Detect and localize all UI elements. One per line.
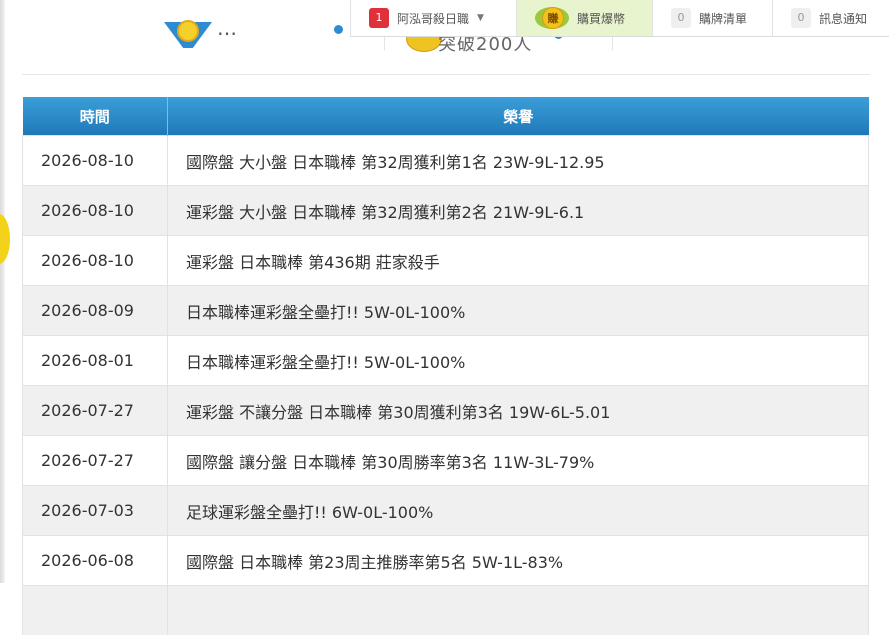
date-cell: 2026-08-10 <box>23 236 168 286</box>
honors-table: 時間 榮譽 2026-08-10 國際盤 大小盤 日本職棒 第32周獲利第1名 … <box>22 97 869 635</box>
info-dot-icon[interactable] <box>334 25 343 34</box>
purchase-list-link[interactable]: 0 購牌清單 <box>652 0 772 36</box>
honor-cell: 日本職棒運彩盤全壘打!! 5W-0L-100% <box>168 336 869 386</box>
date-cell: 2026-08-01 <box>23 336 168 386</box>
top-navigation: 1 阿泓哥殺日職 ▼ 賺 購買爆幣 0 購牌清單 0 訊息通知 <box>350 0 889 37</box>
username-label: 阿泓哥殺日職 <box>397 10 469 27</box>
honor-cell: 足球運彩盤全壘打!! 6W-0L-100% <box>168 486 869 536</box>
honor-cell: 日本職棒運彩盤全壘打!! 5W-0L-100% <box>168 286 869 336</box>
honor-cell: 運彩盤 日本職棒 第436期 莊家殺手 <box>168 236 869 286</box>
column-header-time: 時間 <box>23 97 168 136</box>
table-row: 2026-08-10 運彩盤 日本職棒 第436期 莊家殺手 <box>23 236 869 286</box>
honor-cell: 運彩盤 不讓分盤 日本職棒 第30周獲利第3名 19W-6L-5.01 <box>168 386 869 436</box>
table-row: 2026-07-03 足球運彩盤全壘打!! 6W-0L-100% <box>23 486 869 536</box>
date-cell: 2026-08-10 <box>23 136 168 186</box>
table-row: 2026-08-01 日本職棒運彩盤全壘打!! 5W-0L-100% <box>23 336 869 386</box>
date-cell: 2026-08-09 <box>23 286 168 336</box>
honor-cell: 國際盤 讓分盤 日本職棒 第30周勝率第3名 11W-3L-79% <box>168 436 869 486</box>
table-row: 2026-07-27 國際盤 讓分盤 日本職棒 第30周勝率第3名 11W-3L… <box>23 436 869 486</box>
caret-down-icon: ▼ <box>477 13 484 23</box>
table-row: 2026-08-10 國際盤 大小盤 日本職棒 第32周獲利第1名 23W-9L… <box>23 136 869 186</box>
buy-coins-button[interactable]: 賺 購買爆幣 <box>516 0 652 36</box>
message-count-badge: 0 <box>791 8 811 28</box>
table-row: 2026-07-27 運彩盤 不讓分盤 日本職棒 第30周獲利第3名 19W-6… <box>23 386 869 436</box>
purchase-list-label: 購牌清單 <box>699 10 747 27</box>
messages-label: 訊息通知 <box>819 10 867 27</box>
table-row: 2026-06-08 國際盤 日本職棒 第23周主推勝率第5名 5W-1L-83… <box>23 536 869 586</box>
page-edge-shadow <box>0 0 5 583</box>
table-header-row: 時間 榮譽 <box>23 97 869 136</box>
table-row: 2026-08-09 日本職棒運彩盤全壘打!! 5W-0L-100% <box>23 286 869 336</box>
date-cell: 2026-08-10 <box>23 186 168 236</box>
date-cell <box>23 586 168 635</box>
table-row <box>23 586 869 635</box>
medal-icon <box>164 20 212 50</box>
honor-cell: 國際盤 大小盤 日本職棒 第32周獲利第1名 23W-9L-12.95 <box>168 136 869 186</box>
table-row: 2026-08-10 運彩盤 大小盤 日本職棒 第32周獲利第2名 21W-9L… <box>23 186 869 236</box>
side-decoration <box>0 214 10 264</box>
purchase-count-badge: 0 <box>671 8 691 28</box>
date-cell: 2026-07-03 <box>23 486 168 536</box>
messages-link[interactable]: 0 訊息通知 <box>772 0 889 36</box>
honor-cell <box>168 586 869 635</box>
honor-cell: 運彩盤 大小盤 日本職棒 第32周獲利第2名 21W-9L-6.1 <box>168 186 869 236</box>
date-cell: 2026-07-27 <box>23 436 168 486</box>
buy-coins-label: 購買爆幣 <box>577 10 625 27</box>
date-cell: 2026-06-08 <box>23 536 168 586</box>
column-header-honor: 榮譽 <box>168 97 869 136</box>
user-menu[interactable]: 1 阿泓哥殺日職 ▼ <box>350 0 516 36</box>
honor-cell: 國際盤 日本職棒 第23周主推勝率第5名 5W-1L-83% <box>168 536 869 586</box>
stat-text-1: … <box>217 16 239 40</box>
coin-icon: 賺 <box>535 5 569 31</box>
notification-count-badge: 1 <box>369 8 389 28</box>
date-cell: 2026-07-27 <box>23 386 168 436</box>
